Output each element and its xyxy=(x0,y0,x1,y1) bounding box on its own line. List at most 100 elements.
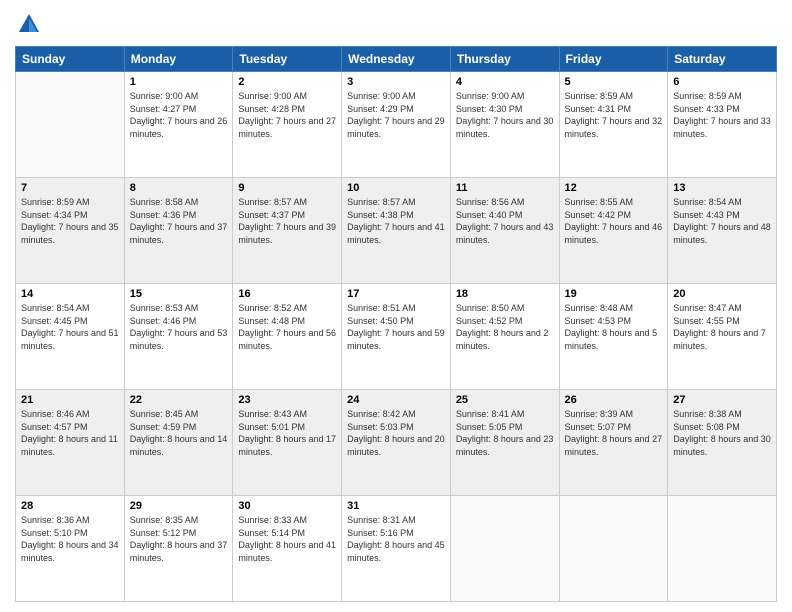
day-info: Sunrise: 8:53 AMSunset: 4:46 PMDaylight:… xyxy=(130,302,228,352)
day-number: 14 xyxy=(21,288,119,300)
day-number: 22 xyxy=(130,394,228,406)
calendar-week-row: 1Sunrise: 9:00 AMSunset: 4:27 PMDaylight… xyxy=(16,72,777,178)
calendar-cell: 23 Sunrise: 8:43 AMSunset: 5:01 PMDayligh… xyxy=(233,390,342,496)
day-number: 20 xyxy=(673,288,771,300)
day-info: Sunrise: 8:54 AMSunset: 4:43 PMDaylight:… xyxy=(673,196,771,246)
day-number: 25 xyxy=(456,394,554,406)
calendar-cell: 17Sunrise: 8:51 AMSunset: 4:50 PMDayligh… xyxy=(342,284,451,390)
day-number: 12 xyxy=(565,182,663,194)
day-number: 8 xyxy=(130,182,228,194)
calendar-cell: 16 Sunrise: 8:52 AMSunset: 4:48 PMDayligh… xyxy=(233,284,342,390)
day-info: Sunrise: 8:52 AMSunset: 4:48 PMDaylight:… xyxy=(238,302,336,352)
day-number: 31 xyxy=(347,500,445,512)
day-info: Sunrise: 9:00 AMSunset: 4:27 PMDaylight:… xyxy=(130,90,228,140)
day-info: Sunrise: 8:45 AMSunset: 4:59 PMDaylight:… xyxy=(130,408,228,458)
day-of-week-header: Sunday xyxy=(16,47,125,72)
day-number: 19 xyxy=(565,288,663,300)
calendar-cell: 15 Sunrise: 8:53 AMSunset: 4:46 PMDayligh… xyxy=(124,284,233,390)
day-info: Sunrise: 8:59 AMSunset: 4:33 PMDaylight:… xyxy=(673,90,771,140)
day-info: Sunrise: 8:54 AMSunset: 4:45 PMDaylight:… xyxy=(21,302,119,352)
calendar-table: SundayMondayTuesdayWednesdayThursdayFrid… xyxy=(15,46,777,602)
day-info: Sunrise: 8:55 AMSunset: 4:42 PMDaylight:… xyxy=(565,196,663,246)
day-of-week-header: Monday xyxy=(124,47,233,72)
day-of-week-header: Wednesday xyxy=(342,47,451,72)
calendar-week-row: 21 Sunrise: 8:46 AMSunset: 4:57 PMDayligh… xyxy=(16,390,777,496)
day-number: 10 xyxy=(347,182,445,194)
day-number: 15 xyxy=(130,288,228,300)
logo xyxy=(15,10,47,38)
day-number: 23 xyxy=(238,394,336,406)
calendar-cell: 20Sunrise: 8:47 AMSunset: 4:55 PMDayligh… xyxy=(668,284,777,390)
calendar-cell xyxy=(16,72,125,178)
day-info: Sunrise: 8:35 AMSunset: 5:12 PMDaylight:… xyxy=(130,514,228,564)
calendar-cell: 21 Sunrise: 8:46 AMSunset: 4:57 PMDayligh… xyxy=(16,390,125,496)
calendar-cell: 3Sunrise: 9:00 AMSunset: 4:29 PMDaylight… xyxy=(342,72,451,178)
day-info: Sunrise: 8:33 AMSunset: 5:14 PMDaylight:… xyxy=(238,514,336,564)
day-number: 26 xyxy=(565,394,663,406)
calendar-cell: 7Sunrise: 8:59 AMSunset: 4:34 PMDaylight… xyxy=(16,178,125,284)
calendar-cell xyxy=(559,496,668,602)
day-number: 28 xyxy=(21,500,119,512)
day-info: Sunrise: 8:36 AMSunset: 5:10 PMDaylight:… xyxy=(21,514,119,564)
calendar-cell: 12 Sunrise: 8:55 AMSunset: 4:42 PMDayligh… xyxy=(559,178,668,284)
calendar-cell: 30 Sunrise: 8:33 AMSunset: 5:14 PMDayligh… xyxy=(233,496,342,602)
calendar-week-row: 14 Sunrise: 8:54 AMSunset: 4:45 PMDayligh… xyxy=(16,284,777,390)
day-info: Sunrise: 8:43 AMSunset: 5:01 PMDaylight:… xyxy=(238,408,336,458)
calendar-header: SundayMondayTuesdayWednesdayThursdayFrid… xyxy=(16,47,777,72)
calendar-cell: 29 Sunrise: 8:35 AMSunset: 5:12 PMDayligh… xyxy=(124,496,233,602)
calendar-cell: 1Sunrise: 9:00 AMSunset: 4:27 PMDaylight… xyxy=(124,72,233,178)
logo-icon xyxy=(15,10,43,38)
calendar-cell: 22 Sunrise: 8:45 AMSunset: 4:59 PMDayligh… xyxy=(124,390,233,496)
day-info: Sunrise: 8:38 AMSunset: 5:08 PMDaylight:… xyxy=(673,408,771,458)
day-info: Sunrise: 8:50 AMSunset: 4:52 PMDaylight:… xyxy=(456,302,554,352)
calendar-cell: 9 Sunrise: 8:57 AMSunset: 4:37 PMDaylight… xyxy=(233,178,342,284)
day-number: 21 xyxy=(21,394,119,406)
calendar-cell: 24Sunrise: 8:42 AMSunset: 5:03 PMDayligh… xyxy=(342,390,451,496)
day-info: Sunrise: 9:00 AMSunset: 4:30 PMDaylight:… xyxy=(456,90,554,140)
day-number: 7 xyxy=(21,182,119,194)
calendar-cell: 19Sunrise: 8:48 AMSunset: 4:53 PMDayligh… xyxy=(559,284,668,390)
day-number: 13 xyxy=(673,182,771,194)
header xyxy=(15,10,777,38)
calendar-cell: 11Sunrise: 8:56 AMSunset: 4:40 PMDayligh… xyxy=(450,178,559,284)
day-info: Sunrise: 8:51 AMSunset: 4:50 PMDaylight:… xyxy=(347,302,445,352)
day-info: Sunrise: 8:39 AMSunset: 5:07 PMDaylight:… xyxy=(565,408,663,458)
day-number: 16 xyxy=(238,288,336,300)
day-number: 11 xyxy=(456,182,554,194)
calendar-cell: 18 Sunrise: 8:50 AMSunset: 4:52 PMDayligh… xyxy=(450,284,559,390)
day-info: Sunrise: 8:46 AMSunset: 4:57 PMDaylight:… xyxy=(21,408,119,458)
day-number: 9 xyxy=(238,182,336,194)
day-info: Sunrise: 8:31 AMSunset: 5:16 PMDaylight:… xyxy=(347,514,445,564)
day-info: Sunrise: 8:57 AMSunset: 4:38 PMDaylight:… xyxy=(347,196,445,246)
calendar-cell xyxy=(450,496,559,602)
calendar-body: 1Sunrise: 9:00 AMSunset: 4:27 PMDaylight… xyxy=(16,72,777,602)
calendar-cell: 27Sunrise: 8:38 AMSunset: 5:08 PMDayligh… xyxy=(668,390,777,496)
page: SundayMondayTuesdayWednesdayThursdayFrid… xyxy=(0,0,792,612)
day-of-week-header: Saturday xyxy=(668,47,777,72)
days-of-week-row: SundayMondayTuesdayWednesdayThursdayFrid… xyxy=(16,47,777,72)
calendar-cell: 26 Sunrise: 8:39 AMSunset: 5:07 PMDayligh… xyxy=(559,390,668,496)
calendar-cell: 10 Sunrise: 8:57 AMSunset: 4:38 PMDayligh… xyxy=(342,178,451,284)
day-info: Sunrise: 8:41 AMSunset: 5:05 PMDaylight:… xyxy=(456,408,554,458)
day-info: Sunrise: 8:42 AMSunset: 5:03 PMDaylight:… xyxy=(347,408,445,458)
day-number: 5 xyxy=(565,76,663,88)
day-info: Sunrise: 9:00 AMSunset: 4:28 PMDaylight:… xyxy=(238,90,336,140)
calendar-cell: 5 Sunrise: 8:59 AMSunset: 4:31 PMDaylight… xyxy=(559,72,668,178)
calendar-cell: 31 Sunrise: 8:31 AMSunset: 5:16 PMDayligh… xyxy=(342,496,451,602)
calendar-cell: 28 Sunrise: 8:36 AMSunset: 5:10 PMDayligh… xyxy=(16,496,125,602)
day-info: Sunrise: 8:59 AMSunset: 4:31 PMDaylight:… xyxy=(565,90,663,140)
day-number: 6 xyxy=(673,76,771,88)
day-number: 18 xyxy=(456,288,554,300)
day-number: 29 xyxy=(130,500,228,512)
calendar-cell: 13 Sunrise: 8:54 AMSunset: 4:43 PMDayligh… xyxy=(668,178,777,284)
day-of-week-header: Tuesday xyxy=(233,47,342,72)
day-info: Sunrise: 8:57 AMSunset: 4:37 PMDaylight:… xyxy=(238,196,336,246)
calendar-cell: 8 Sunrise: 8:58 AMSunset: 4:36 PMDaylight… xyxy=(124,178,233,284)
day-info: Sunrise: 8:58 AMSunset: 4:36 PMDaylight:… xyxy=(130,196,228,246)
day-info: Sunrise: 9:00 AMSunset: 4:29 PMDaylight:… xyxy=(347,90,445,140)
day-number: 30 xyxy=(238,500,336,512)
day-number: 4 xyxy=(456,76,554,88)
day-of-week-header: Friday xyxy=(559,47,668,72)
calendar-cell: 25 Sunrise: 8:41 AMSunset: 5:05 PMDayligh… xyxy=(450,390,559,496)
calendar-week-row: 28 Sunrise: 8:36 AMSunset: 5:10 PMDayligh… xyxy=(16,496,777,602)
